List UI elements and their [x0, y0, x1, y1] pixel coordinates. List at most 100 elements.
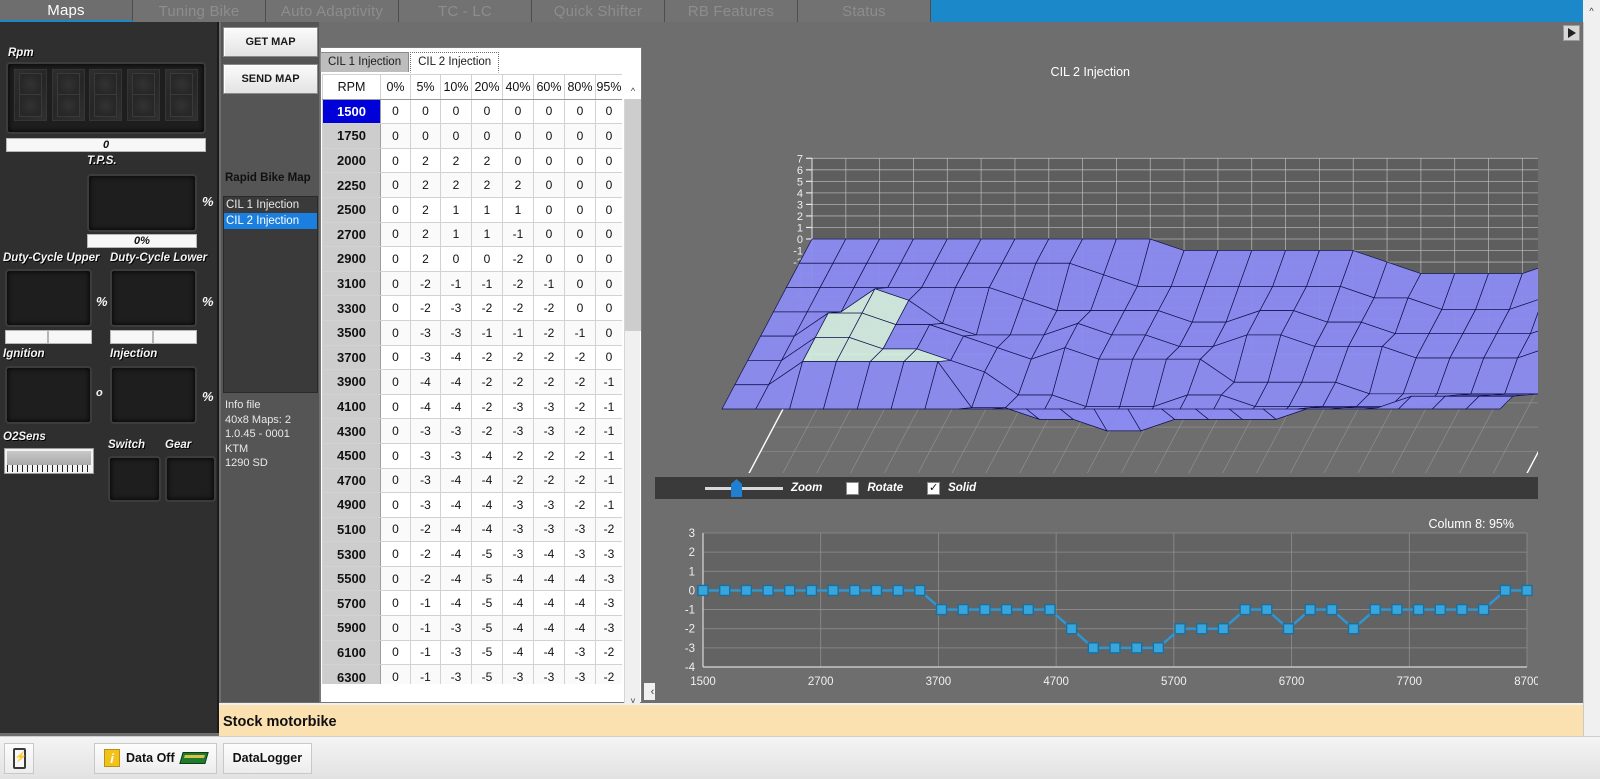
table-cell[interactable]: 0 — [380, 196, 411, 223]
table-cell[interactable]: -3 — [410, 319, 441, 346]
table-cell[interactable]: 2 — [410, 246, 441, 272]
table-cell[interactable]: -2 — [502, 442, 534, 469]
table-cell[interactable]: 0 — [380, 565, 411, 592]
table-cell[interactable]: -5 — [471, 664, 503, 684]
table-cell[interactable]: -1 — [595, 442, 622, 469]
column-header-4[interactable]: 40% — [502, 74, 534, 100]
table-row[interactable]: 4300 0 -3 -3 -2 -3 -3 -2 -1 — [322, 418, 622, 444]
scroll-up-arrow-icon[interactable]: ^ — [625, 83, 641, 99]
table-row[interactable]: 5500 0 -2 -4 -5 -4 -4 -4 -3 — [322, 565, 622, 592]
table-cell[interactable]: -1 — [564, 319, 596, 346]
table-row[interactable]: 4500 0 -3 -3 -4 -2 -2 -2 -1 — [322, 442, 622, 469]
table-cell[interactable]: -2 — [564, 467, 596, 494]
table-row-header[interactable]: 6100 — [322, 639, 381, 666]
table-cell[interactable]: -4 — [410, 369, 441, 395]
table-cell[interactable]: -4 — [410, 393, 441, 420]
table-cell[interactable]: -4 — [471, 442, 503, 469]
tab-rb-features[interactable]: RB Features — [665, 0, 798, 22]
table-cell[interactable]: -5 — [471, 541, 503, 567]
table-cell[interactable]: 0 — [380, 615, 411, 641]
table-row[interactable]: 2500 0 2 1 1 1 0 0 0 — [322, 196, 622, 223]
send-map-button[interactable]: SEND MAP — [223, 64, 318, 94]
column-header-3[interactable]: 20% — [471, 74, 503, 100]
table-cell[interactable]: 0 — [440, 98, 472, 125]
table-cell[interactable]: -3 — [410, 467, 441, 494]
table-row-header[interactable]: 3700 — [322, 344, 381, 371]
table-cell[interactable]: -4 — [533, 590, 565, 617]
table-cell[interactable]: 0 — [380, 492, 411, 518]
table-cell[interactable]: 0 — [595, 319, 622, 346]
table-cell[interactable]: -3 — [440, 664, 472, 684]
table-cell[interactable]: -3 — [502, 418, 534, 444]
table-cell[interactable]: -2 — [471, 369, 503, 395]
table-cell[interactable]: -4 — [564, 590, 596, 617]
table-row-header[interactable]: 4900 — [322, 492, 381, 518]
table-cell[interactable]: -2 — [533, 295, 565, 321]
table-cell[interactable]: 0 — [380, 516, 411, 543]
table-row[interactable]: 6300 0 -1 -3 -5 -3 -3 -3 -2 — [322, 664, 622, 684]
rotate-checkbox[interactable] — [846, 481, 860, 495]
tab-maps[interactable]: Maps — [0, 0, 133, 22]
table-cell[interactable]: -2 — [564, 344, 596, 371]
table-cell[interactable]: -1 — [595, 492, 622, 518]
table-row-header[interactable]: 4300 — [322, 418, 381, 444]
table-row-header[interactable]: 1500 — [322, 98, 381, 125]
table-vertical-scrollbar[interactable]: ^ ˅ — [624, 86, 641, 709]
table-cell[interactable]: -2 — [471, 418, 503, 444]
map-grid-viewport[interactable]: RPM 0% 5% 10% 20% 40% 60% 80% 95% 1500 0 0… — [322, 74, 622, 684]
get-map-button[interactable]: GET MAP — [223, 27, 318, 57]
table-cell[interactable]: -3 — [533, 516, 565, 543]
table-cell[interactable]: -2 — [502, 270, 534, 297]
table-cell[interactable]: -4 — [502, 615, 534, 641]
table-cell[interactable]: -1 — [410, 615, 441, 641]
table-cell[interactable]: -3 — [595, 565, 622, 592]
table-cell[interactable]: 0 — [595, 147, 622, 174]
table-cell[interactable]: -2 — [564, 369, 596, 395]
scrollbar-thumb[interactable] — [625, 99, 641, 331]
table-cell[interactable]: -1 — [410, 664, 441, 684]
table-cell[interactable]: 1 — [471, 221, 503, 248]
table-cell[interactable]: -4 — [440, 590, 472, 617]
table-cell[interactable]: -4 — [564, 565, 596, 592]
table-cell[interactable]: -1 — [595, 418, 622, 444]
column-line-chart[interactable]: Column 8: 95% 3 2 1 0 -1 -2 -3 -4 1500 2700 3700 47… — [655, 507, 1538, 703]
table-cell[interactable]: -2 — [410, 541, 441, 567]
table-row-header[interactable]: 5100 — [322, 516, 381, 543]
table-cell[interactable]: -2 — [410, 516, 441, 543]
table-cell[interactable]: -2 — [533, 369, 565, 395]
table-cell[interactable]: 0 — [533, 246, 565, 272]
table-cell[interactable]: -1 — [440, 270, 472, 297]
table-cell[interactable]: 0 — [595, 123, 622, 149]
column-header-5[interactable]: 60% — [533, 74, 565, 100]
table-cell[interactable]: -3 — [564, 541, 596, 567]
table-cell[interactable]: -3 — [502, 664, 534, 684]
table-row[interactable]: 1750 0 0 0 0 0 0 0 0 — [322, 123, 622, 149]
table-cell[interactable]: 0 — [564, 221, 596, 248]
table-cell[interactable]: -1 — [595, 393, 622, 420]
table-cell[interactable]: -4 — [533, 639, 565, 666]
table-cell[interactable]: 0 — [564, 172, 596, 198]
table-cell[interactable]: 0 — [564, 98, 596, 125]
table-cell[interactable]: -4 — [533, 565, 565, 592]
table-row-header[interactable]: 2250 — [322, 172, 381, 198]
table-cell[interactable]: 0 — [380, 344, 411, 371]
table-cell[interactable]: -2 — [471, 344, 503, 371]
table-row[interactable]: 5700 0 -1 -4 -5 -4 -4 -4 -3 — [322, 590, 622, 617]
table-cell[interactable]: -1 — [471, 319, 503, 346]
table-row-header[interactable]: 3300 — [322, 295, 381, 321]
table-cell[interactable]: 2 — [410, 172, 441, 198]
table-cell[interactable]: 0 — [533, 147, 565, 174]
table-cell[interactable]: 0 — [380, 393, 411, 420]
sheet-tab-cil2-injection[interactable]: CIL 2 Injection — [410, 52, 500, 73]
table-cell[interactable]: 0 — [380, 467, 411, 494]
table-cell[interactable]: -4 — [440, 393, 472, 420]
table-cell[interactable]: -4 — [440, 467, 472, 494]
table-cell[interactable]: -3 — [533, 664, 565, 684]
table-cell[interactable]: -3 — [502, 393, 534, 420]
table-cell[interactable]: 0 — [380, 246, 411, 272]
table-cell[interactable]: -3 — [410, 492, 441, 518]
table-cell[interactable]: -1 — [502, 319, 534, 346]
table-cell[interactable]: 0 — [564, 295, 596, 321]
table-row-header[interactable]: 5300 — [322, 541, 381, 567]
table-cell[interactable]: 0 — [595, 172, 622, 198]
